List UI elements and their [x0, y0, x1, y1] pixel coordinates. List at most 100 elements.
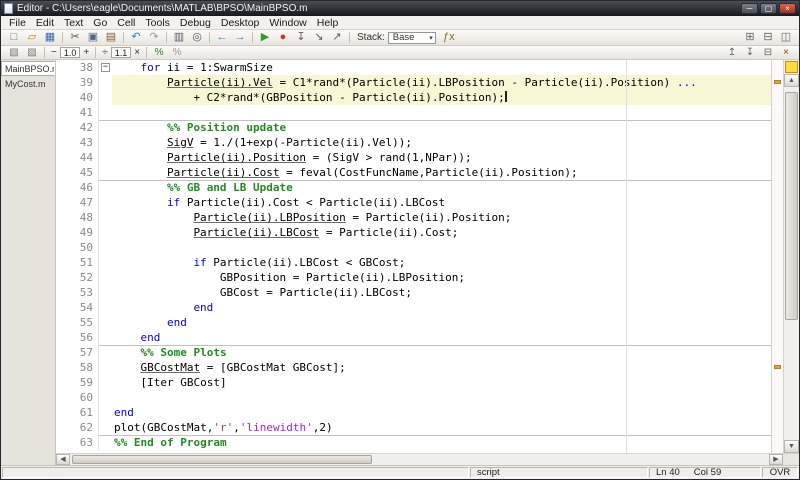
line-number[interactable]: 59	[56, 375, 98, 390]
line-number[interactable]: 50	[56, 240, 98, 255]
line-number[interactable]: 62	[56, 420, 98, 435]
stack-selector[interactable]: Base ▾	[387, 31, 436, 44]
dock-editor-icon[interactable]: ⊟	[759, 47, 777, 59]
fold-column[interactable]	[98, 210, 112, 225]
menu-window[interactable]: Window	[264, 17, 311, 29]
code-editor[interactable]: 38− for ii = 1:SwarmSize 39 Particle(ii).Ve…	[56, 60, 771, 453]
code-text[interactable]: if Particle(ii).Cost < Particle(ii).LBCo…	[112, 195, 771, 210]
menu-debug[interactable]: Debug	[175, 17, 216, 29]
fold-column[interactable]	[98, 195, 112, 210]
find-files-icon[interactable]: ◎	[188, 31, 206, 45]
code-text[interactable]: for ii = 1:SwarmSize	[112, 60, 771, 75]
cell-titles-icon[interactable]: ▨	[23, 47, 41, 59]
code-text[interactable]: SigV = 1./(1+exp(-Particle(ii).Vel));	[112, 135, 771, 150]
document-tab-mainbpso-m[interactable]: MainBPSO.m×	[1, 61, 55, 76]
function-browser-icon[interactable]: ƒx	[440, 31, 458, 45]
code-text[interactable]: GBPosition = Particle(ii).LBPosition;	[112, 270, 771, 285]
line-number[interactable]: 58	[56, 360, 98, 375]
line-number[interactable]: 56	[56, 330, 98, 345]
line-number[interactable]: 57	[56, 345, 98, 360]
line-number[interactable]: 40	[56, 90, 98, 105]
undock-icon[interactable]: ◫	[777, 31, 795, 45]
menu-help[interactable]: Help	[312, 17, 344, 29]
forward-icon[interactable]: →	[231, 31, 249, 45]
line-number[interactable]: 61	[56, 405, 98, 420]
title-bar[interactable]: Editor - C:\Users\eagle\Documents\MATLAB…	[1, 1, 799, 16]
fold-column[interactable]	[98, 135, 112, 150]
fold-column[interactable]	[98, 300, 112, 315]
mlint-warning-marker[interactable]	[774, 80, 781, 84]
fold-column[interactable]	[98, 180, 112, 195]
divide-value-button[interactable]: ÷	[99, 47, 111, 58]
code-text[interactable]: [Iter GBCost]	[112, 375, 771, 390]
code-text[interactable]: %% Some Plots	[112, 345, 771, 360]
cut-icon[interactable]: ✂	[66, 31, 84, 45]
code-text[interactable]: %% Position update	[112, 120, 771, 135]
dock-icon[interactable]: ⊟	[759, 31, 777, 45]
code-text[interactable]: end	[112, 405, 771, 420]
line-number[interactable]: 53	[56, 285, 98, 300]
copy-icon[interactable]: ▣	[84, 31, 102, 45]
menu-cell[interactable]: Cell	[112, 17, 140, 29]
horizontal-scrollbar[interactable]: ◀ ▶	[56, 453, 799, 465]
step-out-icon[interactable]: ↗	[328, 31, 346, 45]
line-number[interactable]: 45	[56, 165, 98, 180]
fold-column[interactable]	[98, 360, 112, 375]
close-button[interactable]: ×	[779, 3, 796, 14]
line-number[interactable]: 52	[56, 270, 98, 285]
fold-column[interactable]	[98, 285, 112, 300]
vertical-scrollbar[interactable]: ▲ ▼	[783, 60, 799, 453]
redo-icon[interactable]: ↷	[145, 31, 163, 45]
code-text[interactable]: Particle(ii).LBCost = Particle(ii).Cost;	[112, 225, 771, 240]
run-icon[interactable]: ▶	[256, 31, 274, 45]
code-text[interactable]: %% End of Program	[112, 435, 771, 450]
code-text[interactable]	[112, 105, 771, 120]
fold-column[interactable]	[98, 105, 112, 120]
line-number[interactable]: 43	[56, 135, 98, 150]
code-text[interactable]	[112, 240, 771, 255]
maximize-button[interactable]: ▢	[760, 3, 777, 14]
fold-column[interactable]: −	[98, 60, 112, 75]
fold-column[interactable]	[98, 120, 112, 135]
back-icon[interactable]: ←	[213, 31, 231, 45]
horizontal-scroll-track[interactable]	[70, 454, 769, 465]
step-icon[interactable]: ↧	[292, 31, 310, 45]
fold-column[interactable]	[98, 435, 112, 450]
code-text[interactable]: end	[112, 315, 771, 330]
menu-edit[interactable]: Edit	[31, 17, 59, 29]
decrease-value-button[interactable]: −	[48, 47, 60, 58]
code-text[interactable]: %% GB and LB Update	[112, 180, 771, 195]
line-number[interactable]: 41	[56, 105, 98, 120]
scroll-down-arrow-icon[interactable]: ▼	[784, 440, 799, 453]
line-number[interactable]: 39	[56, 75, 98, 90]
value-field[interactable]: 1.0	[59, 47, 81, 58]
fold-column[interactable]	[98, 240, 112, 255]
fold-column[interactable]	[98, 375, 112, 390]
scroll-right-arrow-icon[interactable]: ▶	[769, 454, 783, 465]
menu-text[interactable]: Text	[59, 17, 88, 29]
mlint-warning-marker[interactable]	[774, 365, 781, 369]
value2-field[interactable]: 1.1	[110, 47, 132, 58]
scroll-up-icon[interactable]: ↥	[723, 47, 741, 59]
fold-column[interactable]	[98, 90, 112, 105]
scroll-up-arrow-icon[interactable]: ▲	[784, 74, 799, 87]
line-number[interactable]: 46	[56, 180, 98, 195]
code-text[interactable]: GBCost = Particle(ii).LBCost;	[112, 285, 771, 300]
mlint-indicator[interactable]	[785, 61, 798, 73]
breakpoint-icon[interactable]: ●	[274, 31, 292, 45]
menu-go[interactable]: Go	[88, 17, 112, 29]
line-number[interactable]: 55	[56, 315, 98, 330]
menu-file[interactable]: File	[4, 17, 31, 29]
code-text[interactable]: Particle(ii).Cost = feval(CostFuncName,P…	[112, 165, 771, 180]
line-number[interactable]: 42	[56, 120, 98, 135]
code-text[interactable]: Particle(ii).Position = (SigV > rand(1,N…	[112, 150, 771, 165]
overwrite-mode-indicator[interactable]: OVR	[762, 467, 798, 478]
code-text[interactable]: Particle(ii).Vel = C1*rand*(Particle(ii)…	[112, 75, 771, 90]
save-icon[interactable]: ▦	[41, 31, 59, 45]
line-number[interactable]: 63	[56, 435, 98, 450]
multiply-value-button[interactable]: ×	[131, 47, 143, 58]
scroll-down-icon[interactable]: ↧	[741, 47, 759, 59]
comment-icon[interactable]: %	[150, 47, 168, 59]
code-text[interactable]: Particle(ii).LBPosition = Particle(ii).P…	[112, 210, 771, 225]
horizontal-scroll-thumb[interactable]	[72, 455, 372, 464]
